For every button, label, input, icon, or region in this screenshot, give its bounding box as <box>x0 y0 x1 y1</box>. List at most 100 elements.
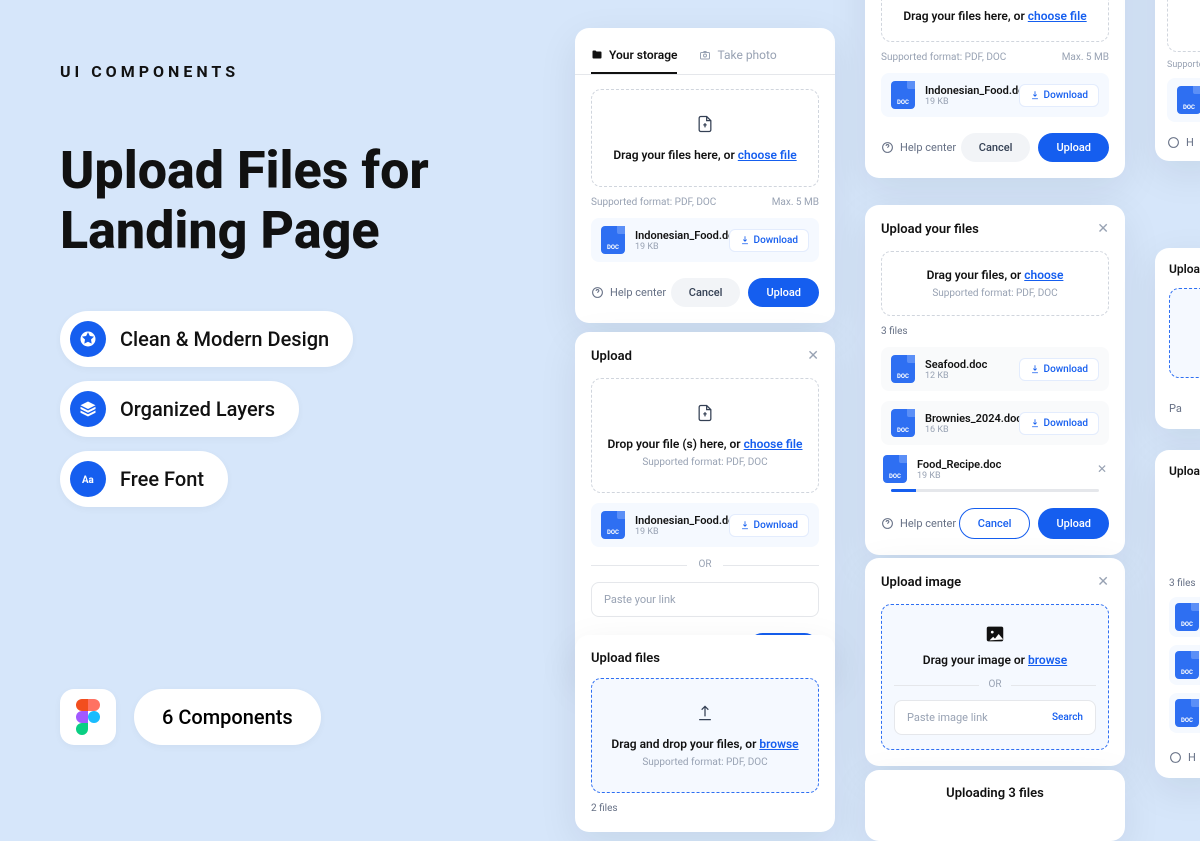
cancel-button[interactable]: Cancel <box>959 508 1031 539</box>
file-row: DOC Brownies_2024.doc16 KB Download <box>881 401 1109 445</box>
help-icon <box>1167 136 1180 149</box>
download-icon <box>1030 418 1040 428</box>
card-upload-image: Upload image ✕ Drag your image or browse… <box>865 558 1125 766</box>
card-title: Upload files <box>591 651 660 666</box>
upload-progress <box>891 489 1099 492</box>
image-dropzone[interactable]: Drag your image or browse OR Paste image… <box>881 604 1109 750</box>
card-upload-files: Upload files Drag and drop your files, o… <box>575 635 835 832</box>
card-title: Upload <box>591 349 632 364</box>
file-count: 3 files <box>881 326 1109 337</box>
or-divider: OR <box>591 559 819 570</box>
choose-link[interactable]: choose <box>1024 268 1063 282</box>
help-icon <box>881 517 894 530</box>
card-title: Uploading 3 files <box>946 786 1044 801</box>
help-center-link[interactable]: Help center <box>881 141 956 154</box>
card-partial-top: Drag your files here, or choose file Sup… <box>865 0 1125 178</box>
kicker: UI COMPONENTS <box>60 62 520 81</box>
card-uploading: Uploading 3 files <box>865 770 1125 841</box>
or-divider: OR <box>894 679 1096 690</box>
link-input[interactable]: Paste your link <box>591 582 819 617</box>
doc-file-icon: DOC <box>883 455 907 483</box>
layers-icon <box>70 391 106 427</box>
edge-card-2: Uploa Pa <box>1155 248 1200 429</box>
close-icon[interactable]: ✕ <box>1097 574 1109 590</box>
hero-title: Upload Files for Landing Page <box>60 141 520 261</box>
choose-file-link[interactable]: choose file <box>744 437 803 451</box>
max-size: Max. 5 MB <box>772 197 819 208</box>
download-icon <box>740 520 750 530</box>
help-icon <box>1169 751 1182 764</box>
dropzone-text: Drag your image or browse <box>894 653 1096 667</box>
doc-file-icon: DOC <box>891 81 915 109</box>
choose-file-link[interactable]: choose file <box>1028 9 1087 23</box>
file-row: DOC Indonesian_Food.doc 19 KB Download <box>881 73 1109 117</box>
dropzone-text: Drag your files, or choose <box>894 268 1096 282</box>
upload-arrow-icon <box>695 703 715 723</box>
dropzone[interactable]: Drag and drop your files, or browse Supp… <box>591 678 819 793</box>
help-icon <box>881 141 894 154</box>
edge-card-1: Supporte DOC H <box>1155 0 1200 161</box>
card-title: Upload image <box>881 575 961 590</box>
dropzone-text: Drag and drop your files, or browse <box>604 737 806 751</box>
file-size: 19 KB <box>925 97 1009 107</box>
file-name: Indonesian_Food.doc <box>635 229 719 242</box>
upload-button[interactable]: Upload <box>1038 133 1109 162</box>
browse-link[interactable]: browse <box>759 737 798 751</box>
file-row: DOC Indonesian_Food.doc 19 KB Download <box>591 503 819 547</box>
dropzone-text: Drag your files here, or choose file <box>604 148 806 162</box>
camera-icon <box>699 49 711 61</box>
folder-icon <box>591 49 603 61</box>
download-button[interactable]: Download <box>1019 358 1099 381</box>
tab-take-photo[interactable]: Take photo <box>699 40 776 74</box>
file-name: Indonesian_Food.doc <box>635 514 719 527</box>
download-icon <box>1030 364 1040 374</box>
card-storage: Your storage Take photo Drag your files … <box>575 28 835 323</box>
doc-file-icon: DOC <box>1177 86 1200 114</box>
max-size: Max. 5 MB <box>1062 52 1109 63</box>
dropzone-text: Drag your files here, or choose file <box>894 9 1096 23</box>
dropzone[interactable]: Drag your files here, or choose file <box>881 0 1109 42</box>
upload-button[interactable]: Upload <box>748 278 819 307</box>
tab-your-storage[interactable]: Your storage <box>591 40 677 74</box>
download-button[interactable]: Download <box>729 514 809 537</box>
download-button[interactable]: Download <box>1019 84 1099 107</box>
image-link-input[interactable]: Paste image link Search <box>894 700 1096 735</box>
download-icon <box>740 235 750 245</box>
download-button[interactable]: Download <box>729 229 809 252</box>
feature-pill-font: Aa Free Font <box>60 451 228 507</box>
download-button[interactable]: Download <box>1019 412 1099 435</box>
choose-file-link[interactable]: choose file <box>738 148 797 162</box>
font-icon: Aa <box>70 461 106 497</box>
svg-text:Aa: Aa <box>82 474 94 485</box>
file-upload-icon <box>695 114 715 134</box>
file-count: 2 files <box>591 803 819 814</box>
doc-file-icon: DOC <box>891 355 915 383</box>
doc-file-icon: DOC <box>1175 651 1199 679</box>
dropzone[interactable]: Drag your files here, or choose file <box>591 89 819 187</box>
remove-file-icon[interactable]: ✕ <box>1097 462 1107 476</box>
cancel-button[interactable]: Cancel <box>671 278 741 307</box>
doc-file-icon: DOC <box>891 409 915 437</box>
doc-file-icon: DOC <box>601 226 625 254</box>
file-row: DOC Indonesian_Food.doc 19 KB Download <box>591 218 819 262</box>
components-count: 6 Components <box>134 689 321 745</box>
doc-file-icon: DOC <box>1175 699 1199 727</box>
close-icon[interactable]: ✕ <box>807 348 819 364</box>
supported-format: Supported format: PDF, DOC <box>881 52 1006 63</box>
feature-pill-design: Clean & Modern Design <box>60 311 353 367</box>
cancel-button[interactable]: Cancel <box>961 133 1031 162</box>
file-name: Indonesian_Food.doc <box>925 84 1009 97</box>
supported-format: Supported format: PDF, DOC <box>894 288 1096 299</box>
search-link[interactable]: Search <box>1052 712 1083 723</box>
help-center-link[interactable]: Help center <box>881 517 956 530</box>
browse-link[interactable]: browse <box>1028 653 1067 667</box>
supported-format: Supported format: PDF, DOC <box>604 757 806 768</box>
dropzone[interactable]: Drag your files, or choose Supported for… <box>881 251 1109 316</box>
upload-button[interactable]: Upload <box>1038 508 1109 539</box>
feature-pill-layers: Organized Layers <box>60 381 299 437</box>
doc-file-icon: DOC <box>1175 603 1199 631</box>
close-icon[interactable]: ✕ <box>1097 221 1109 237</box>
card-title: Upload your files <box>881 222 979 237</box>
help-center-link[interactable]: Help center <box>591 286 666 299</box>
dropzone[interactable]: Drop your file (s) here, or choose file … <box>591 378 819 493</box>
